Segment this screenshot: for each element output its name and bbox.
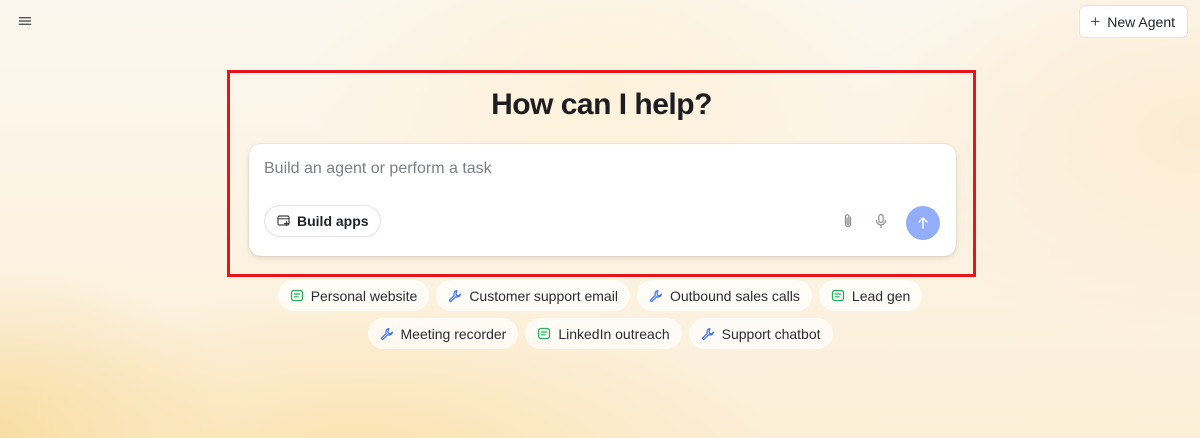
wrench-icon <box>701 327 714 340</box>
suggestion-chip-support-chatbot[interactable]: Support chatbot <box>688 318 833 349</box>
suggestion-chip-linkedin-outreach[interactable]: LinkedIn outreach <box>525 318 682 349</box>
chat-bubble-icon <box>290 289 303 301</box>
suggestion-chip-meeting-recorder[interactable]: Meeting recorder <box>367 318 519 349</box>
plus-icon: + <box>1090 11 1101 31</box>
app-window-plus-icon <box>277 215 290 226</box>
wrench-icon <box>449 289 462 302</box>
suggestion-row-1: Personal website Customer support email … <box>0 280 1200 311</box>
hamburger-menu-button[interactable] <box>16 12 34 30</box>
suggestion-chip-label: Meeting recorder <box>400 325 507 342</box>
build-apps-label: Build apps <box>297 213 369 229</box>
build-apps-button[interactable]: Build apps <box>264 205 381 237</box>
new-agent-label: New Agent <box>1107 13 1175 30</box>
chat-bubble-icon <box>831 289 845 301</box>
wrench-icon <box>649 289 662 302</box>
suggestion-chip-personal-website[interactable]: Personal website <box>277 280 430 311</box>
suggestion-chip-label: Customer support email <box>469 287 618 304</box>
suggestion-row-2: Meeting recorder LinkedIn outreach Suppo… <box>0 318 1200 349</box>
suggestion-chip-label: Personal website <box>310 287 418 304</box>
wrench-icon <box>380 327 393 340</box>
suggestion-chip-label: Support chatbot <box>721 325 821 342</box>
arrow-up-icon <box>918 217 928 229</box>
suggestion-chip-label: Outbound sales calls <box>669 287 800 304</box>
chat-bubble-icon <box>538 327 551 339</box>
new-agent-button[interactable]: + New Agent <box>1079 5 1188 38</box>
suggestion-chip-customer-support-email[interactable]: Customer support email <box>436 280 630 311</box>
attach-button[interactable] <box>838 211 858 231</box>
paperclip-icon <box>844 214 852 228</box>
page-title: How can I help? <box>491 88 712 121</box>
suggestion-chip-outbound-sales-calls[interactable]: Outbound sales calls <box>636 280 812 311</box>
send-button[interactable] <box>906 206 940 240</box>
prompt-input[interactable] <box>264 160 824 178</box>
suggestion-chip-label: Lead gen <box>851 287 911 304</box>
suggestion-chip-lead-gen[interactable]: Lead gen <box>818 280 923 311</box>
hero-section: How can I help? Build apps <box>227 70 976 277</box>
hamburger-menu-icon <box>19 17 31 25</box>
microphone-icon <box>875 213 887 229</box>
microphone-button[interactable] <box>871 211 891 231</box>
suggestion-chip-label: LinkedIn outreach <box>558 325 670 342</box>
prompt-box: Build apps <box>249 144 956 256</box>
